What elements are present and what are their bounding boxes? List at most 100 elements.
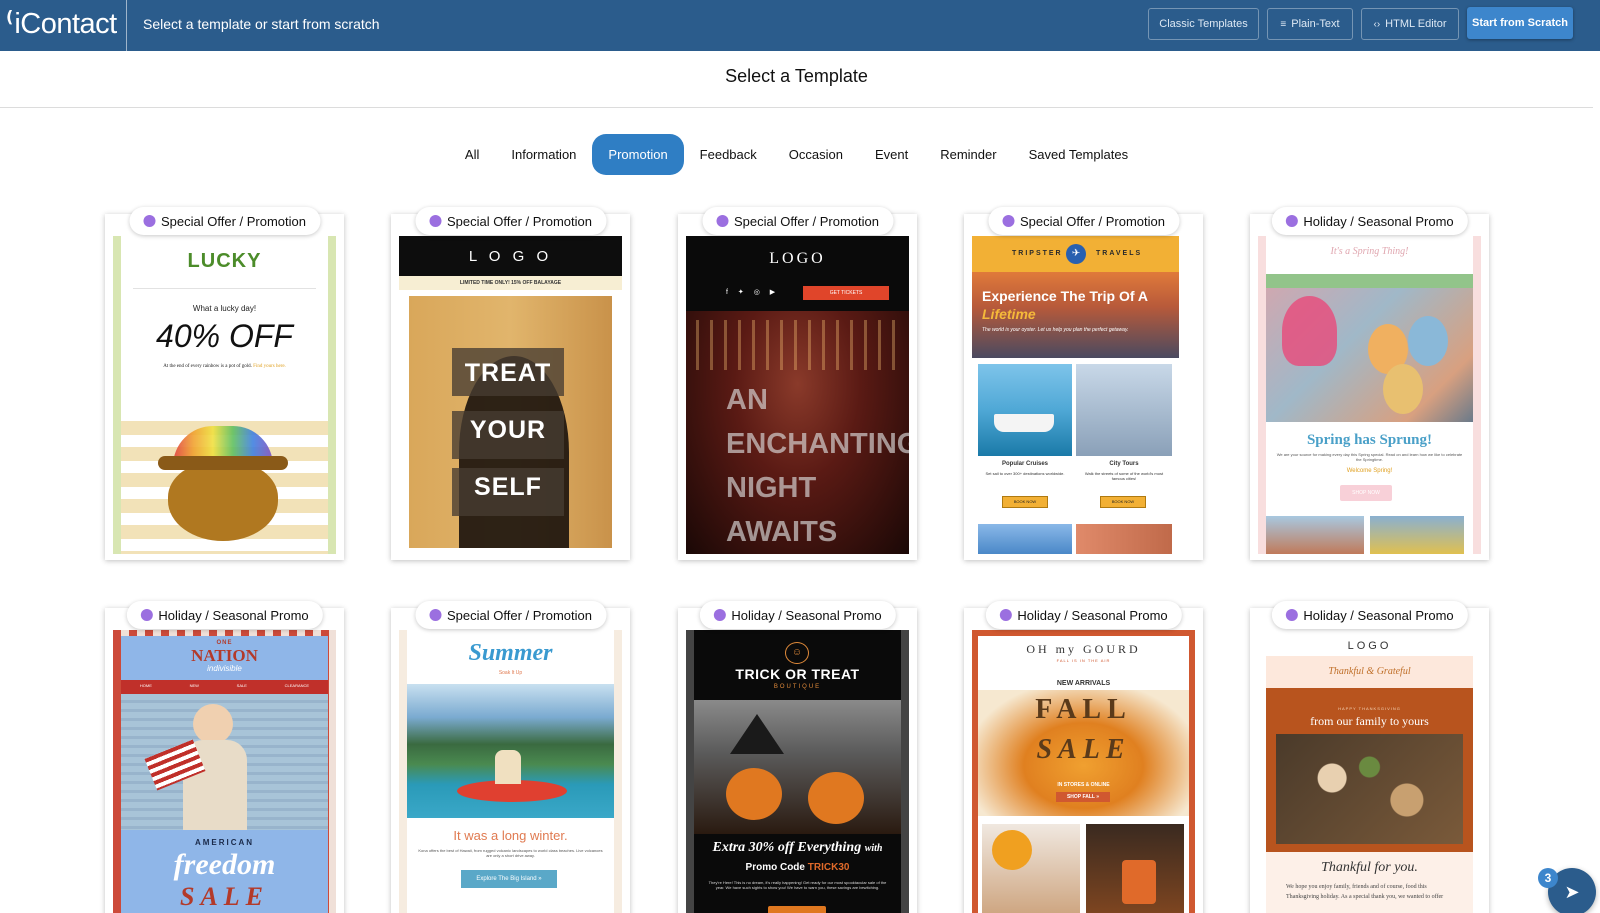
template-text: At the end of every rainbow is a pot of … bbox=[163, 364, 252, 369]
filter-reminder[interactable]: Reminder bbox=[924, 134, 1012, 175]
template-text: TRAVELS bbox=[1096, 250, 1143, 257]
template-text: They're Here! This is no dream, it's rea… bbox=[708, 880, 887, 890]
template-text: Extra 30% off Everything bbox=[712, 840, 862, 855]
template-text: LOGO bbox=[769, 250, 826, 267]
pumpkin-icon: ☺ bbox=[785, 642, 809, 664]
template-text: LUCKY bbox=[187, 250, 262, 272]
plain-text-label: Plain-Text bbox=[1291, 18, 1340, 30]
filter-promotion[interactable]: Promotion bbox=[592, 134, 684, 175]
template-card[interactable]: Holiday / Seasonal Promo ☺ TRICK OR TREA… bbox=[678, 601, 917, 913]
icontact-logo[interactable]: ( iContact bbox=[6, 6, 117, 46]
plain-text-button[interactable]: ≡ Plain-Text bbox=[1267, 8, 1353, 40]
template-text: CLEARANCE bbox=[284, 683, 310, 688]
template-card[interactable]: Holiday / Seasonal Promo It's a Spring T… bbox=[1250, 207, 1489, 560]
start-from-scratch-label: Start from Scratch bbox=[1472, 17, 1568, 29]
category-dot bbox=[999, 609, 1012, 621]
template-text: FALL bbox=[1035, 694, 1132, 725]
template-text: Thankful for you. bbox=[1321, 860, 1418, 875]
template-card[interactable]: Holiday / Seasonal Promo LOGO Thankful &… bbox=[1250, 601, 1489, 913]
template-text: SALE bbox=[236, 683, 247, 688]
social-icons[interactable]: f ✦ ◎ ▶ bbox=[726, 288, 779, 296]
book-now-button[interactable]: BOOK NOW bbox=[1100, 496, 1146, 508]
page-title: Select a Template bbox=[725, 66, 868, 86]
template-card[interactable]: Special Offer / Promotion LOGO f ✦ ◎ ▶ G… bbox=[678, 207, 917, 560]
shop-button[interactable] bbox=[768, 906, 826, 913]
filter-occasion[interactable]: Occasion bbox=[773, 134, 859, 175]
template-text: NATION bbox=[191, 646, 258, 665]
category-pill: Holiday / Seasonal Promo bbox=[1271, 207, 1468, 235]
category-label: Special Offer / Promotion bbox=[447, 607, 592, 623]
template-text: City Tours bbox=[1109, 461, 1139, 467]
template-text: ENCHANTING bbox=[726, 428, 909, 460]
classic-templates-button[interactable]: Classic Templates bbox=[1148, 8, 1259, 40]
category-label: Special Offer / Promotion bbox=[447, 213, 592, 229]
start-from-scratch-button[interactable]: Start from Scratch bbox=[1467, 7, 1573, 39]
shop-now-button[interactable]: SHOP NOW bbox=[1340, 485, 1392, 501]
category-label: Special Offer / Promotion bbox=[734, 213, 879, 229]
category-pill: Special Offer / Promotion bbox=[702, 207, 893, 235]
category-pill: Holiday / Seasonal Promo bbox=[126, 601, 323, 629]
get-tickets-button[interactable]: GET TICKETS bbox=[803, 286, 889, 300]
category-dot bbox=[716, 215, 728, 227]
filter-saved-templates[interactable]: Saved Templates bbox=[1013, 134, 1145, 175]
template-text: BOUTIQUE bbox=[773, 684, 822, 690]
category-pill: Holiday / Seasonal Promo bbox=[1271, 601, 1468, 629]
filter-event[interactable]: Event bbox=[859, 134, 924, 175]
template-text: 40% OFF bbox=[156, 318, 293, 354]
template-text: Find yours here. bbox=[253, 364, 286, 369]
template-card[interactable]: Special Offer / Promotion L O G O LIMITE… bbox=[391, 207, 630, 560]
template-thumbnail: LOGO f ✦ ◎ ▶ GET TICKETS AN ENCHANTING N… bbox=[686, 236, 909, 554]
template-text: We are your source for making every day … bbox=[1276, 452, 1463, 462]
template-thumbnail: ☺ TRICK OR TREAT BOUTIQUE Extra 30% off … bbox=[686, 630, 909, 913]
template-text: LOGO bbox=[1347, 640, 1392, 652]
template-thumbnail: TRIPSTER ✈ TRAVELS Experience The Trip O… bbox=[972, 236, 1195, 554]
category-dot bbox=[429, 215, 441, 227]
template-text: Lifetime bbox=[982, 306, 1036, 322]
template-card[interactable]: Special Offer / Promotion TRIPSTER ✈ TRA… bbox=[964, 207, 1203, 560]
template-text: We hope you enjoy family, friends and of… bbox=[1286, 884, 1444, 900]
category-dot bbox=[1285, 215, 1298, 227]
category-pill: Holiday / Seasonal Promo bbox=[699, 601, 896, 629]
category-label: Holiday / Seasonal Promo bbox=[1017, 607, 1168, 623]
filter-feedback[interactable]: Feedback bbox=[684, 134, 773, 175]
template-text: OH my GOURD bbox=[1026, 642, 1141, 656]
template-card[interactable]: Holiday / Seasonal Promo ONE NATION indi… bbox=[105, 601, 344, 913]
template-text: SALE bbox=[179, 882, 270, 911]
template-card[interactable]: Special Offer / Promotion Summer Soak It… bbox=[391, 601, 630, 913]
category-dot bbox=[1285, 609, 1298, 621]
explore-button[interactable]: Explore The Big Island » bbox=[461, 870, 557, 888]
filter-all[interactable]: All bbox=[449, 134, 495, 175]
template-text: NIGHT bbox=[726, 472, 817, 504]
book-now-button[interactable]: BOOK NOW bbox=[1002, 496, 1048, 508]
category-pill: Special Offer / Promotion bbox=[129, 207, 320, 235]
template-text: Promo Code bbox=[745, 862, 805, 873]
category-label: Special Offer / Promotion bbox=[161, 213, 306, 229]
category-dot bbox=[143, 215, 155, 227]
html-editor-button[interactable]: ‹› HTML Editor bbox=[1361, 8, 1459, 40]
template-text: Thankful & Grateful bbox=[1328, 666, 1411, 677]
plane-icon: ✈ bbox=[1066, 244, 1086, 264]
template-card[interactable]: Holiday / Seasonal Promo OH my GOURD FAL… bbox=[964, 601, 1203, 913]
category-pill: Holiday / Seasonal Promo bbox=[985, 601, 1182, 629]
html-editor-label: HTML Editor bbox=[1385, 18, 1447, 30]
category-dot bbox=[429, 609, 441, 621]
template-card[interactable]: Special Offer / Promotion LUCKY What a l… bbox=[105, 207, 344, 560]
filter-information[interactable]: Information bbox=[495, 134, 592, 175]
category-dot bbox=[140, 609, 153, 621]
logo-wave-icon: ( bbox=[6, 7, 14, 26]
template-text: NEW bbox=[189, 683, 199, 688]
nav-row: HOME NEW SALE CLEARANCE bbox=[121, 683, 328, 688]
template-text: Set sail to over 300+ destinations world… bbox=[985, 471, 1065, 476]
header-title: Select a template or start from scratch bbox=[143, 16, 380, 32]
category-label: Holiday / Seasonal Promo bbox=[158, 607, 309, 623]
template-text: Walk the streets of some of the world's … bbox=[1084, 471, 1164, 481]
template-thumbnail: ONE NATION indivisible HOME NEW SALE CLE… bbox=[113, 630, 336, 913]
template-text: SELF bbox=[474, 473, 542, 501]
shop-fall-button[interactable]: SHOP FALL » bbox=[1056, 792, 1110, 802]
template-text: AMERICAN bbox=[194, 838, 255, 847]
template-text: Summer bbox=[468, 640, 553, 666]
template-text: LIMITED TIME ONLY! 15% OFF BALAYAGE bbox=[459, 280, 562, 286]
code-icon: ‹› bbox=[1373, 18, 1381, 30]
category-label: Special Offer / Promotion bbox=[1020, 213, 1165, 229]
template-thumbnail: OH my GOURD FALL IS IN THE AIR NEW ARRIV… bbox=[972, 630, 1195, 913]
